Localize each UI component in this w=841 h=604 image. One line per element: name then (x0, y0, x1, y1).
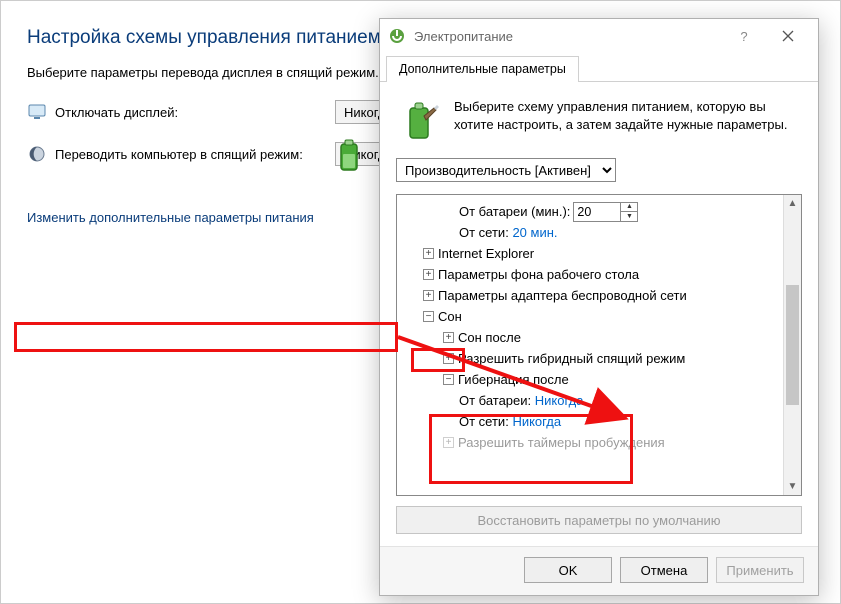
ok-button[interactable]: OK (524, 557, 612, 583)
battery-minutes-spinbox[interactable]: ▲ ▼ (573, 202, 638, 222)
expand-icon[interactable]: + (443, 332, 454, 343)
expand-icon[interactable]: + (443, 437, 454, 448)
tree-scrollbar[interactable]: ▲ ▼ (783, 195, 801, 495)
hibernate-ac-value[interactable]: Никогда (512, 411, 561, 432)
tree-ac-minutes[interactable]: От сети: 20 мин. (403, 222, 799, 243)
battery-minutes-input[interactable] (574, 204, 620, 220)
tree-hibernate-battery[interactable]: От батареи: Никогда (403, 390, 799, 411)
tree-wake-timers[interactable]: + Разрешить таймеры пробуждения (403, 432, 799, 453)
display-icon (27, 102, 47, 122)
moon-icon (27, 144, 47, 164)
expand-icon[interactable]: + (423, 290, 434, 301)
close-button[interactable] (766, 21, 810, 51)
hibernate-battery-value[interactable]: Никогда (535, 390, 584, 411)
expand-icon[interactable]: + (423, 248, 434, 259)
scroll-down-button[interactable]: ▼ (784, 478, 801, 495)
dialog-button-row: OK Отмена Применить (380, 546, 818, 595)
power-icon (388, 27, 406, 45)
expand-icon[interactable]: + (423, 269, 434, 280)
tree-hybrid-sleep[interactable]: + Разрешить гибридный спящий режим (403, 348, 799, 369)
power-plan-select[interactable]: Производительность [Активен] (396, 158, 616, 182)
collapse-icon[interactable]: − (443, 374, 454, 385)
display-off-label: Отключать дисплей: (55, 105, 335, 120)
tree-desktop-bg[interactable]: + Параметры фона рабочего стола (403, 264, 799, 285)
tree-wifi[interactable]: + Параметры адаптера беспроводной сети (403, 285, 799, 306)
tree-hibernate-ac[interactable]: От сети: Никогда (403, 411, 799, 432)
tab-advanced[interactable]: Дополнительные параметры (386, 56, 579, 82)
scroll-thumb[interactable] (786, 285, 799, 405)
scroll-up-button[interactable]: ▲ (784, 195, 801, 212)
dialog-titlebar: Электропитание ? (380, 19, 818, 53)
ac-minutes-value[interactable]: 20 мин. (512, 222, 557, 243)
tree-hibernate-after[interactable]: − Гибернация после (403, 369, 799, 390)
expand-icon[interactable]: + (443, 353, 454, 364)
dialog-title: Электропитание (414, 29, 513, 44)
help-button[interactable]: ? (722, 21, 766, 51)
tree-battery-minutes[interactable]: От батареи (мин.): ▲ ▼ (403, 201, 799, 222)
tree-ie[interactable]: + Internet Explorer (403, 243, 799, 264)
tab-strip: Дополнительные параметры (380, 53, 818, 82)
sleep-label: Переводить компьютер в спящий режим: (55, 147, 335, 162)
battery-icon (331, 136, 371, 176)
restore-defaults-button[interactable]: Восстановить параметры по умолчанию (396, 506, 802, 534)
collapse-icon[interactable]: − (423, 311, 434, 322)
power-options-dialog: Электропитание ? Дополнительные параметр… (379, 18, 819, 596)
cancel-button[interactable]: Отмена (620, 557, 708, 583)
spin-down[interactable]: ▼ (621, 212, 637, 221)
settings-tree: От батареи (мин.): ▲ ▼ От сети: 20 мин. … (396, 194, 802, 496)
apply-button[interactable]: Применить (716, 557, 804, 583)
tree-sleep-after[interactable]: + Сон после (403, 327, 799, 348)
battery-plan-icon (396, 98, 444, 146)
advanced-power-link[interactable]: Изменить дополнительные параметры питани… (27, 210, 314, 225)
tree-sleep[interactable]: − Сон (403, 306, 799, 327)
dialog-intro: Выберите схему управления питанием, кото… (454, 98, 802, 146)
